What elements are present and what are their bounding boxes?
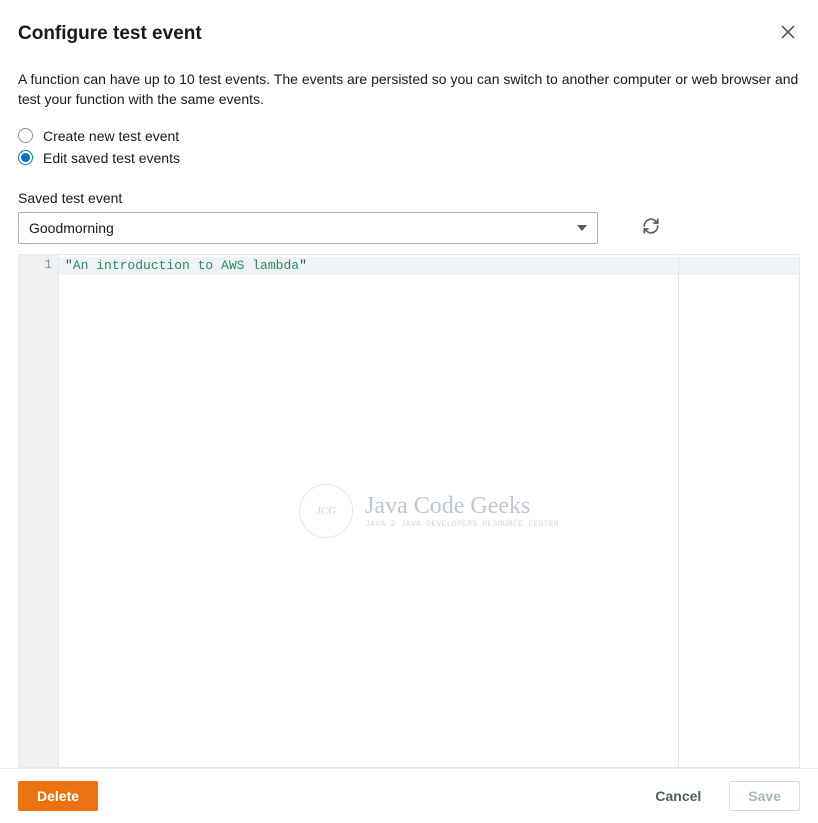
save-button[interactable]: Save [729, 781, 800, 811]
delete-button[interactable]: Delete [18, 781, 98, 811]
line-number: 1 [19, 257, 52, 272]
dialog-title: Configure test event [18, 23, 202, 45]
editor-gutter: 1 [19, 255, 59, 767]
dialog-header: Configure test event [0, 0, 818, 57]
radio-icon [18, 128, 33, 143]
chevron-down-icon [577, 225, 587, 231]
radio-label: Create new test event [43, 128, 179, 144]
saved-event-label: Saved test event [18, 190, 800, 206]
saved-event-row: Goodmorning [18, 212, 800, 244]
radio-create-new[interactable]: Create new test event [18, 128, 800, 144]
footer-right: Cancel Save [637, 781, 800, 811]
refresh-icon [642, 217, 660, 235]
radio-icon-selected [18, 150, 33, 165]
watermark-title: Java Code Geeks [365, 493, 559, 520]
editor-content[interactable]: "An introduction to AWS lambda" JCG Java… [59, 255, 799, 767]
saved-event-select[interactable]: Goodmorning [18, 212, 598, 244]
editor-print-margin [678, 255, 679, 767]
select-value: Goodmorning [29, 220, 114, 236]
radio-edit-saved[interactable]: Edit saved test events [18, 150, 800, 166]
configure-test-event-dialog: Configure test event A function can have… [0, 0, 818, 823]
event-mode-radio-group: Create new test event Edit saved test ev… [18, 128, 800, 172]
code-line: "An introduction to AWS lambda" [59, 257, 799, 275]
code-editor[interactable]: 1 "An introduction to AWS lambda" JCG Ja… [18, 254, 800, 768]
watermark-subtitle: Java 2 Java Developers Resource Center [365, 520, 559, 529]
dialog-description: A function can have up to 10 test events… [18, 69, 800, 110]
watermark: JCG Java Code Geeks Java 2 Java Develope… [299, 484, 559, 538]
dialog-body: A function can have up to 10 test events… [0, 57, 818, 768]
radio-label: Edit saved test events [43, 150, 180, 166]
watermark-text: Java Code Geeks Java 2 Java Developers R… [365, 493, 559, 529]
dialog-footer: Delete Cancel Save [0, 768, 818, 823]
refresh-button[interactable] [638, 213, 664, 242]
watermark-badge: JCG [299, 484, 353, 538]
cancel-button[interactable]: Cancel [637, 782, 719, 810]
close-icon [780, 24, 796, 40]
close-button[interactable] [776, 20, 800, 47]
